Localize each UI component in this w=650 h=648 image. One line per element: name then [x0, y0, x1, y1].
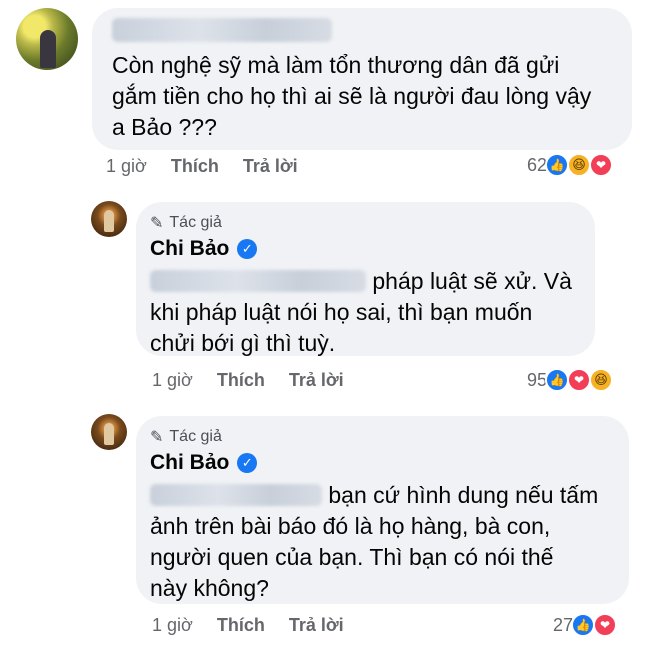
author-tag: ✎ Tác giả — [150, 426, 615, 448]
commenter-name-redacted[interactable] — [112, 18, 612, 44]
like-button[interactable]: Thích — [171, 156, 219, 177]
comment-text: Còn nghệ sỹ mà làm tổn thương dân đã gửi… — [112, 50, 612, 143]
reaction-summary[interactable]: 27 👍 ❤ — [553, 613, 618, 637]
author-name[interactable]: Chi Bảo ✓ — [150, 234, 581, 264]
avatar-figure — [104, 210, 114, 232]
reply-actions: 1 giờ Thích Trả lời — [152, 615, 344, 636]
like-icon: 👍 — [571, 613, 596, 637]
avatar-figure — [40, 30, 56, 68]
verified-badge-icon: ✓ — [237, 239, 258, 259]
author-name[interactable]: Chi Bảo ✓ — [150, 448, 615, 478]
avatar-figure — [104, 423, 114, 445]
reply-line: bạn cứ hình dung nếu tấm — [150, 480, 615, 511]
like-icon: 👍 — [545, 153, 570, 177]
reply-button[interactable]: Trả lời — [243, 156, 298, 177]
comment-actions: 1 giờ Thích Trả lời — [106, 156, 298, 177]
author-name-label: Chi Bảo — [150, 451, 230, 474]
reply-line: ảnh trên bài báo đó là họ hàng, bà con, — [150, 513, 551, 539]
reaction-count: 62 — [527, 154, 548, 175]
reply-bubble: ✎ Tác giả Chi Bảo ✓ pháp luật sẽ xử. Và … — [136, 202, 595, 356]
timestamp[interactable]: 1 giờ — [106, 156, 147, 177]
author-tag-label: Tác giả — [169, 428, 222, 445]
reply-actions: 1 giờ Thích Trả lời — [152, 370, 344, 391]
timestamp[interactable]: 1 giờ — [152, 370, 193, 391]
reply-text: pháp luật sẽ xử. Và khi pháp luật nói họ… — [150, 266, 581, 359]
comment-line: a Bảo ??? — [112, 114, 217, 140]
reply-line: khi pháp luật nói họ sai, thì bạn muốn — [150, 299, 533, 325]
commenter-avatar[interactable] — [16, 8, 78, 70]
reply-line: pháp luật sẽ xử. Và — [150, 266, 581, 297]
mentioned-user-redacted[interactable] — [150, 270, 366, 292]
pencil-icon: ✎ — [150, 429, 164, 446]
haha-icon: 😆 — [589, 368, 614, 392]
reply-line: người quen của bạn. Thì bạn có nói thế — [150, 544, 554, 570]
pencil-icon: ✎ — [150, 215, 164, 232]
reaction-summary[interactable]: 62 👍 😆 ❤ — [527, 153, 614, 177]
like-button[interactable]: Thích — [217, 370, 265, 391]
reply-line: chửi bới gì thì tuỳ. — [150, 330, 336, 356]
reply-line: này không? — [150, 575, 269, 601]
reaction-summary[interactable]: 95 👍 ❤ 😆 — [527, 368, 614, 392]
author-avatar[interactable] — [91, 201, 127, 237]
love-icon: ❤ — [589, 153, 614, 177]
timestamp[interactable]: 1 giờ — [152, 615, 193, 636]
verified-badge-icon: ✓ — [237, 453, 258, 473]
author-tag-label: Tác giả — [169, 214, 222, 231]
author-avatar[interactable] — [91, 414, 127, 450]
reaction-count: 27 — [553, 614, 574, 635]
mentioned-user-redacted[interactable] — [150, 484, 322, 506]
reply-first-text: pháp luật sẽ xử. Và — [372, 268, 572, 294]
reply-button[interactable]: Trả lời — [289, 370, 344, 391]
author-name-label: Chi Bảo — [150, 237, 230, 260]
comment-line: gắm tiền cho họ thì ai sẽ là người đau l… — [112, 83, 592, 109]
comment-line: Còn nghệ sỹ mà làm tổn thương dân đã gửi — [112, 52, 560, 78]
reaction-count: 95 — [527, 369, 548, 390]
like-icon: 👍 — [545, 368, 570, 392]
love-icon: ❤ — [593, 613, 618, 637]
like-button[interactable]: Thích — [217, 615, 265, 636]
redacted-name — [112, 18, 332, 42]
reply-first-text: bạn cứ hình dung nếu tấm — [328, 482, 599, 508]
haha-icon: 😆 — [567, 153, 592, 177]
reply-bubble: ✎ Tác giả Chi Bảo ✓ bạn cứ hình dung nếu… — [136, 416, 629, 604]
author-tag: ✎ Tác giả — [150, 212, 581, 234]
comment-bubble: Còn nghệ sỹ mà làm tổn thương dân đã gửi… — [92, 8, 632, 150]
reply-text: bạn cứ hình dung nếu tấm ảnh trên bài bá… — [150, 480, 615, 604]
reply-button[interactable]: Trả lời — [289, 615, 344, 636]
love-icon: ❤ — [567, 368, 592, 392]
